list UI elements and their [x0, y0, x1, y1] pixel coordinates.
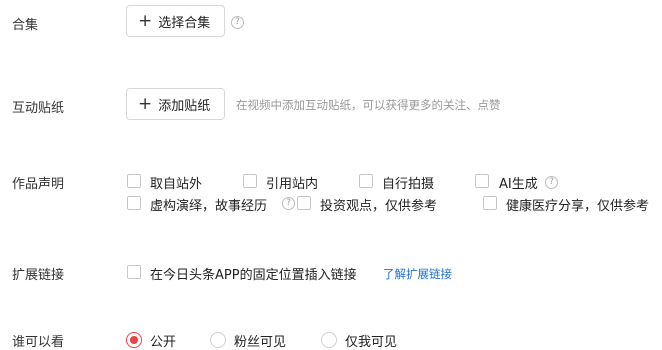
extension-label: 扩展链接	[12, 268, 65, 283]
visibility-label: 谁可以看	[12, 335, 65, 350]
declaration-option-0[interactable]: 取自站外	[150, 173, 202, 192]
plus-icon: +	[138, 10, 153, 31]
extension-option[interactable]: 在今日头条APP的固定位置插入链接	[150, 264, 357, 283]
declaration-checkbox-4[interactable]	[127, 196, 141, 210]
declaration-option-6[interactable]: 健康医疗分享，仅供参考	[506, 195, 649, 214]
sticker-hint: 在视频中添加互动贴纸，可以获得更多的关注、点赞	[236, 98, 501, 112]
learn-extension-link[interactable]: 了解扩展链接	[383, 266, 452, 282]
declaration-checkbox-5[interactable]	[297, 196, 311, 210]
select-collection-button[interactable]: + 选择合集	[126, 5, 225, 37]
extension-checkbox[interactable]	[127, 265, 141, 279]
visibility-radio-private[interactable]	[321, 332, 337, 348]
collection-label: 合集	[12, 18, 39, 33]
ai-help-icon[interactable]: ?	[545, 176, 558, 189]
visibility-radio-fans[interactable]	[210, 332, 226, 348]
declaration-option-2[interactable]: 自行拍摄	[382, 173, 434, 192]
plus-icon: +	[138, 93, 153, 114]
declaration-option-1[interactable]: 引用站内	[266, 173, 318, 192]
visibility-option-fans[interactable]: 粉丝可见	[234, 331, 286, 350]
visibility-radio-public[interactable]	[126, 332, 142, 348]
declaration-checkbox-6[interactable]	[483, 196, 497, 210]
declaration-checkbox-3[interactable]	[475, 174, 489, 188]
declaration-checkbox-1[interactable]	[243, 174, 257, 188]
add-sticker-button[interactable]: + 添加贴纸	[126, 88, 225, 120]
sticker-label: 互动贴纸	[12, 101, 65, 116]
declaration-label: 作品声明	[12, 177, 65, 192]
declaration-option-4[interactable]: 虚构演绎，故事经历	[150, 195, 267, 214]
declaration-option-5[interactable]: 投资观点，仅供参考	[320, 195, 437, 214]
declaration-checkbox-2[interactable]	[359, 174, 373, 188]
declaration-option-3[interactable]: AI生成	[499, 173, 538, 192]
fiction-help-icon[interactable]: ?	[282, 197, 295, 210]
declaration-checkbox-0[interactable]	[127, 174, 141, 188]
visibility-option-private[interactable]: 仅我可见	[345, 331, 397, 350]
add-sticker-label: 添加贴纸	[158, 98, 211, 114]
help-icon[interactable]: ?	[231, 16, 244, 29]
visibility-option-public[interactable]: 公开	[150, 331, 176, 350]
select-collection-label: 选择合集	[158, 15, 211, 31]
